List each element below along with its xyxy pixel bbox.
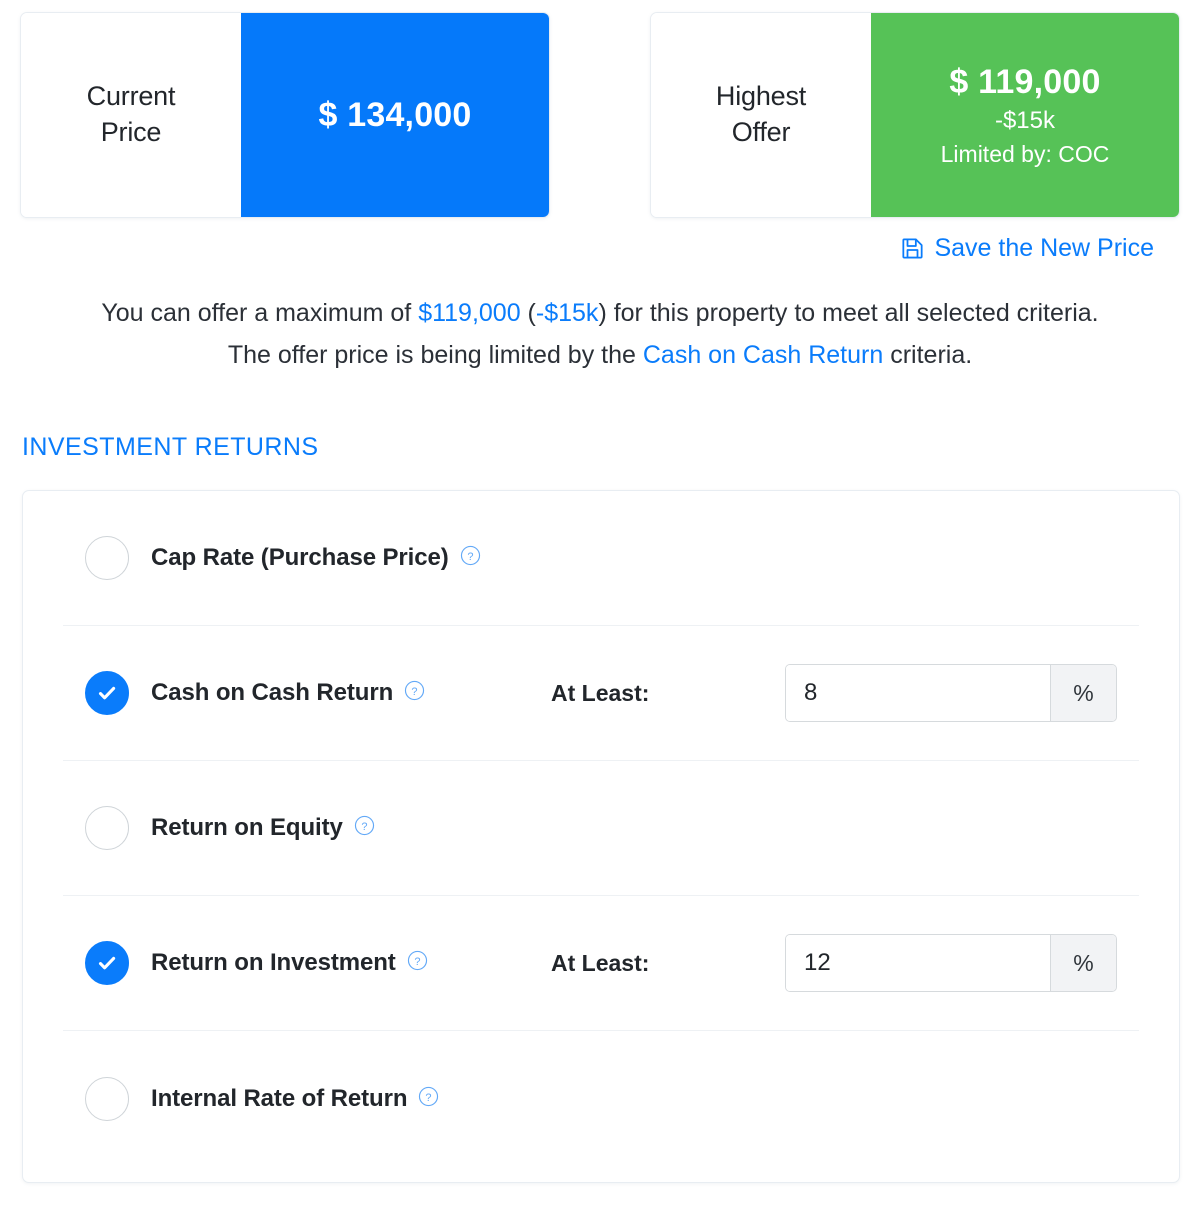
current-price-value-pane: $ 134,000 [241,13,549,217]
highest-offer-card: Highest Offer $ 119,000 -$15k Limited by… [650,12,1180,218]
highest-offer-label-line1: Highest [715,81,807,112]
highest-offer-label: Highest Offer [716,79,806,150]
floppy-disk-icon [900,236,925,261]
label-wrap-cap-rate: Cap Rate (Purchase Price) ? [151,544,551,572]
save-price-row: Save the New Price [0,236,1180,261]
criteria-row-return-on-equity: Return on Equity ? [63,761,1139,896]
checkbox-cap-rate[interactable] [85,536,129,580]
svg-text:?: ? [361,821,367,833]
investment-returns-panel: Cap Rate (Purchase Price) ? Cash on Cash… [22,490,1180,1183]
explanation-line1-open: ( [520,299,536,327]
summary-cards: Current Price $ 134,000 Highest Offer $ … [0,0,1200,230]
help-icon-internal-rate-of-return[interactable]: ? [418,1086,439,1112]
checkbox-return-on-equity[interactable] [85,806,129,850]
current-price-label: Current Price [87,79,176,150]
current-price-label-line1: Current [86,81,176,112]
svg-text:?: ? [426,1091,432,1103]
input-cash-on-cash-return[interactable] [786,665,1050,721]
checkbox-internal-rate-of-return[interactable] [85,1076,129,1121]
save-new-price-button[interactable]: Save the New Price [900,236,1154,261]
explanation-line2: The offer price is being limited by the … [228,341,972,369]
offer-criteria-page: Current Price $ 134,000 Highest Offer $ … [0,0,1200,1214]
input-group-return-on-investment: % [785,934,1117,992]
label-wrap-return-on-equity: Return on Equity ? [151,814,551,842]
at-least-label-return-on-investment: At Least: [551,949,650,976]
svg-text:?: ? [414,956,420,968]
svg-text:?: ? [412,686,418,698]
check-icon [98,686,116,700]
checkbox-cash-on-cash-return[interactable] [85,671,129,715]
svg-text:?: ? [467,551,473,563]
explanation-line2-prefix: The offer price is being limited by the [227,341,643,369]
current-price-label-pane: Current Price [21,13,241,217]
help-icon-cap-rate[interactable]: ? [460,545,481,571]
highest-offer-limited-by: Limited by: COC [940,140,1110,167]
explanation-line1-prefix: You can offer a maximum of [101,299,419,327]
help-icon-return-on-equity[interactable]: ? [354,815,375,841]
criteria-label-cash-on-cash-return: Cash on Cash Return [151,679,394,706]
label-wrap-return-on-investment: Return on Investment ? [151,949,551,977]
explanation-delta: -$15k [535,299,599,327]
highest-offer-delta: -$15k [994,106,1056,134]
highest-offer-value-pane: $ 119,000 -$15k Limited by: COC [871,13,1179,217]
save-new-price-label: Save the New Price [934,234,1154,262]
label-wrap-internal-rate-of-return: Internal Rate of Return ? [151,1085,551,1113]
explanation-line1-suffix: ) for this property to meet all selected… [598,299,1099,327]
highest-offer-label-line2: Offer [731,117,791,147]
current-price-label-line2: Price [100,117,162,147]
input-suffix-return-on-investment: % [1050,935,1116,991]
current-price-card: Current Price $ 134,000 [20,12,550,218]
highest-offer-label-pane: Highest Offer [651,13,871,217]
checkbox-return-on-investment[interactable] [85,941,129,985]
input-return-on-investment[interactable] [786,935,1050,991]
criteria-row-cap-rate: Cap Rate (Purchase Price) ? [63,491,1139,626]
check-icon [98,956,116,970]
explanation-limiting-criteria-link[interactable]: Cash on Cash Return [643,341,883,369]
criteria-row-cash-on-cash-return: Cash on Cash Return ? At Least: % [63,626,1139,761]
criteria-label-return-on-investment: Return on Investment [151,949,396,976]
criteria-label-internal-rate-of-return: Internal Rate of Return [151,1084,408,1112]
current-price-value: $ 134,000 [318,95,472,134]
explanation-max-amount: $119,000 [418,299,521,327]
label-wrap-cash-on-cash-return: Cash on Cash Return ? [151,679,551,707]
criteria-list: Cap Rate (Purchase Price) ? Cash on Cash… [23,491,1179,1166]
help-icon-return-on-investment[interactable]: ? [407,950,428,976]
explanation-line2-suffix: criteria. [883,341,973,369]
criteria-row-return-on-investment: Return on Investment ? At Least: % [63,896,1139,1031]
criteria-label-return-on-equity: Return on Equity [151,814,343,841]
criteria-row-internal-rate-of-return: Internal Rate of Return ? [63,1031,1139,1166]
offer-explanation: You can offer a maximum of $119,000 (-$1… [0,292,1200,376]
help-icon-cash-on-cash-return[interactable]: ? [404,680,425,706]
input-suffix-cash-on-cash-return: % [1050,665,1116,721]
criteria-label-cap-rate: Cap Rate (Purchase Price) [151,544,449,571]
at-least-label-cash-on-cash-return: At Least: [551,679,650,706]
investment-returns-heading: INVESTMENT RETURNS [22,433,319,461]
input-group-cash-on-cash-return: % [785,664,1117,722]
highest-offer-value: $ 119,000 [949,62,1101,101]
explanation-line1: You can offer a maximum of $119,000 (-$1… [101,299,1098,327]
